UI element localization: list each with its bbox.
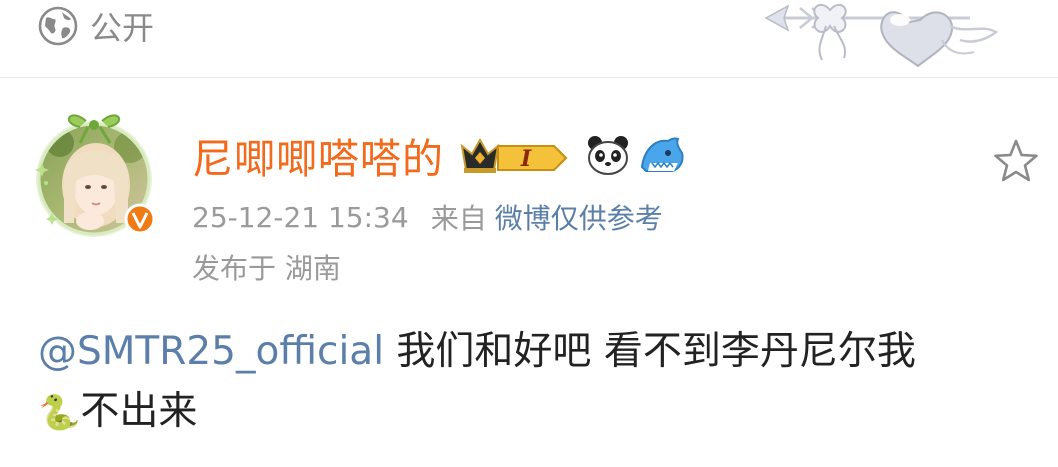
post-text-line2: 不出来 [80, 389, 198, 434]
star-icon[interactable] [990, 136, 1042, 188]
post-content: @SMTR25_official 我们和好吧 看不到李丹尼尔我 🐍不出来 [38, 322, 1028, 443]
crown-level-badge[interactable]: I [458, 132, 576, 178]
mention-link[interactable]: @SMTR25_official [38, 329, 384, 374]
panda-emoji-badge[interactable] [586, 133, 630, 177]
top-bar: 公开 [0, 0, 1058, 78]
author-row: 尼唧唧嗒嗒的 I [192, 130, 686, 183]
post-meta: 25-12-21 15:34 来自 微博仅供参考 [192, 197, 663, 237]
arrow-heart-ribbon-decoration [764, 4, 999, 68]
avatar[interactable] [30, 103, 162, 243]
avatar-photo [35, 114, 156, 237]
level-label: I [520, 146, 532, 172]
post-source-link[interactable]: 微博仅供参考 [495, 197, 663, 237]
author-name[interactable]: 尼唧唧嗒嗒的 [192, 125, 444, 185]
author-badges: I [458, 132, 686, 178]
snake-emoji: 🐍 [38, 393, 81, 433]
visibility-indicator[interactable]: 公开 [38, 4, 154, 48]
verified-badge [124, 203, 156, 235]
header-divider [0, 77, 1058, 78]
visibility-label: 公开 [90, 9, 155, 47]
post-time: 25-12-21 15:34 [192, 200, 409, 234]
globe-icon [38, 6, 78, 46]
post-location: 发布于 湖南 [192, 252, 341, 285]
source-prefix: 来自 [430, 202, 487, 235]
post-text-line1: 我们和好吧 看不到李丹尼尔我 [384, 329, 916, 374]
shark-badge[interactable] [638, 133, 686, 177]
